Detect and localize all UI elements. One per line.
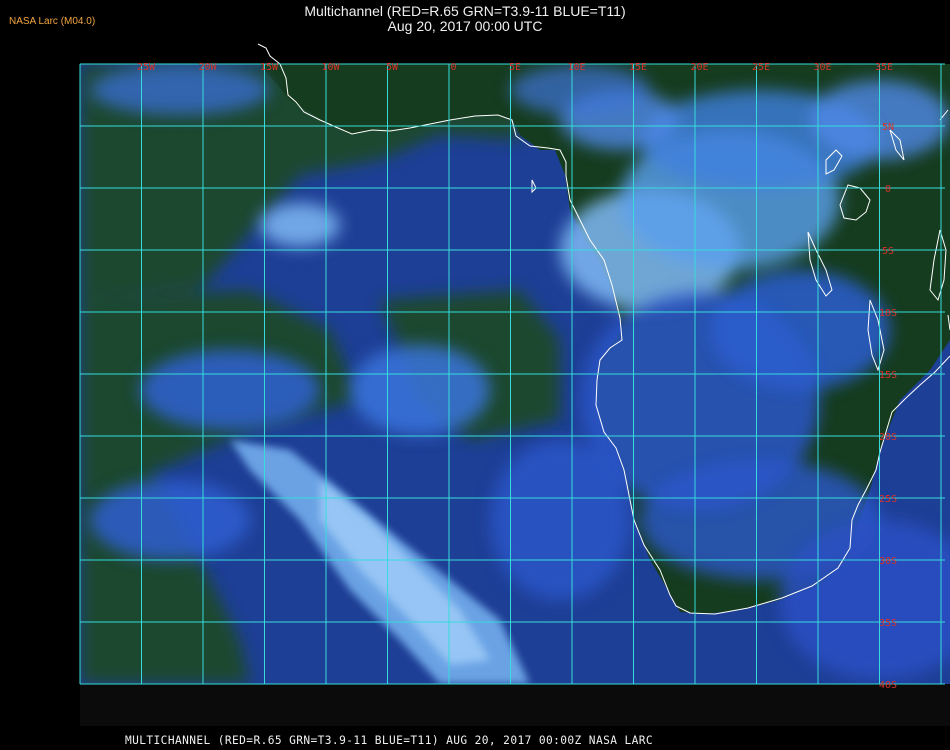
latitude-label: 30S (879, 556, 897, 567)
latitude-label: 40S (879, 680, 897, 691)
longitude-label: 20E (690, 62, 708, 73)
image-title: Multichannel (RED=R.65 GRN=T3.9-11 BLUE=… (200, 4, 730, 34)
satellite-map: 25W 20W 15W 10W 5W 0 5E 10E 15E 20E 25E 30E 35E 5N 0 5… (79, 43, 950, 726)
longitude-label: 20W (198, 62, 217, 73)
longitude-label: 0 (450, 62, 456, 73)
title-line-1: Multichannel (RED=R.65 GRN=T3.9-11 BLUE=… (304, 3, 626, 19)
lower-band (80, 684, 950, 726)
longitude-label: 10W (321, 62, 340, 73)
producer-label: NASA Larc (M04.0) (9, 16, 96, 27)
title-line-2: Aug 20, 2017 00:00 UTC (387, 18, 543, 34)
longitude-label: 15W (260, 62, 279, 73)
latitude-label: 5S (882, 246, 894, 257)
longitude-label: 15E (629, 62, 647, 73)
longitude-label: 35E (875, 62, 893, 73)
longitude-label: 5E (509, 62, 521, 73)
latitude-label: 35S (879, 618, 897, 629)
footer-caption: MULTICHANNEL (RED=R.65 GRN=T3.9-11 BLUE=… (125, 734, 654, 747)
longitude-label: 10E (567, 62, 585, 73)
longitude-label: 5W (386, 62, 399, 73)
latitude-label: 25S (879, 494, 897, 505)
longitude-label: 30E (813, 62, 831, 73)
latitude-label: 5N (882, 122, 894, 133)
latitude-label: 15S (879, 370, 897, 381)
longitude-label: 25E (752, 62, 770, 73)
longitude-label: 25W (137, 62, 156, 73)
latitude-label: 20S (879, 432, 897, 443)
latitude-label: 10S (879, 308, 897, 319)
latitude-label: 0 (885, 184, 891, 195)
